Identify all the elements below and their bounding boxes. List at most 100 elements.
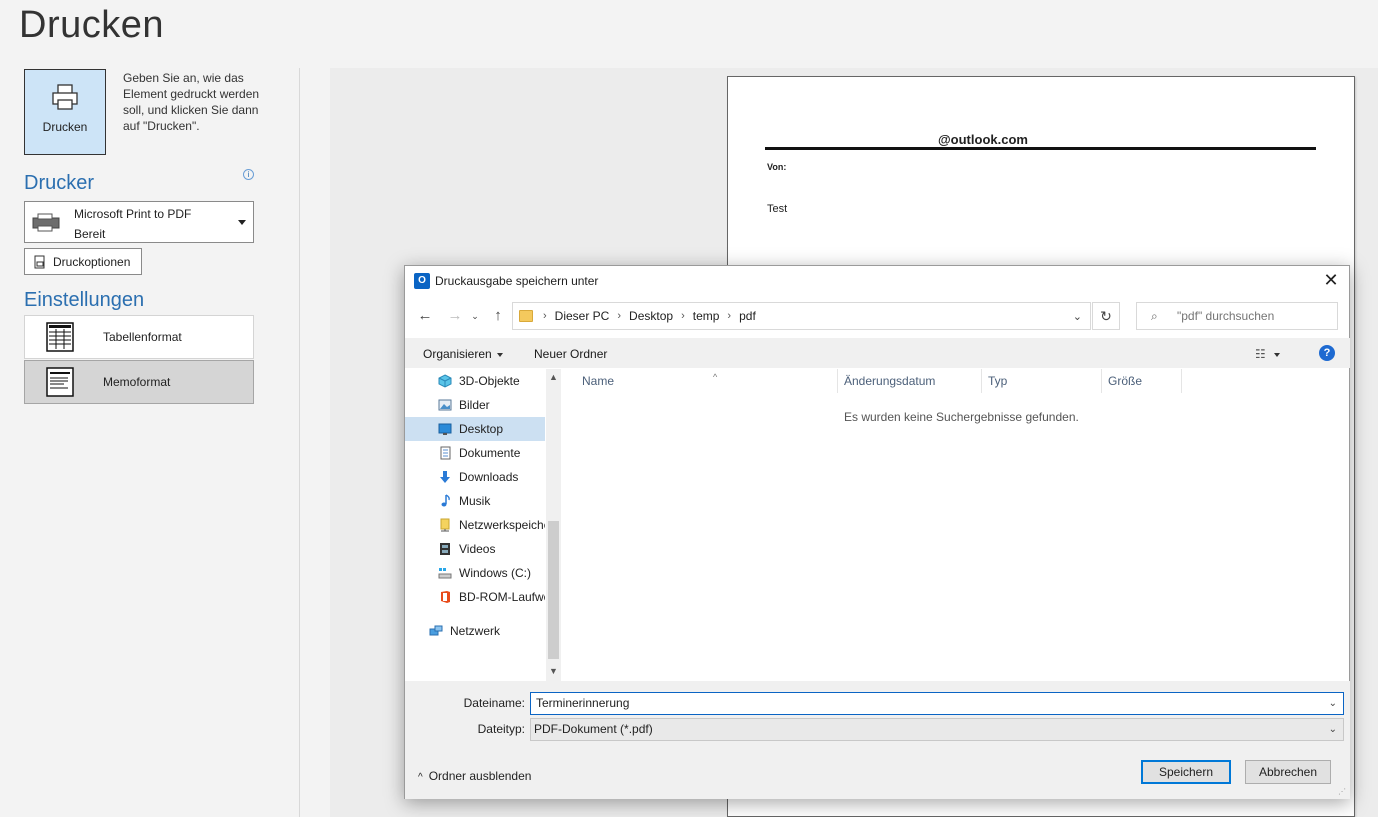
tree-item-3d-objects[interactable]: 3D-Objekte [405, 369, 545, 393]
tree-item-network-share[interactable]: Netzwerkspeiche [405, 513, 545, 537]
scrollbar-thumb[interactable] [548, 521, 559, 659]
preview-body: Test [767, 203, 788, 215]
folder-icon [519, 310, 533, 322]
chevron-down-icon[interactable]: ⌄ [1329, 693, 1337, 714]
save-button[interactable]: Speichern [1141, 760, 1231, 784]
printer-section-title: Drucker [24, 172, 95, 194]
save-as-dialog: O Druckausgabe speichern unter ✕ ← → ⌄ ↑… [404, 265, 1350, 799]
close-icon[interactable]: ✕ [1319, 269, 1343, 293]
chevron-down-icon [238, 220, 246, 225]
tree-item-label: 3D-Objekte [459, 374, 520, 388]
scroll-down-icon[interactable]: ▼ [546, 666, 561, 680]
breadcrumb-separator: › [617, 310, 622, 322]
filename-value: Terminerinnerung [536, 696, 630, 710]
new-folder-button[interactable]: Neuer Ordner [534, 347, 607, 361]
format-memo-style[interactable]: Memoformat [24, 360, 254, 404]
table-style-icon [46, 322, 74, 352]
breadcrumb-item[interactable]: Dieser PC [555, 309, 610, 323]
tree-item-documents[interactable]: Dokumente [405, 441, 545, 465]
address-bar[interactable]: › Dieser PC › Desktop › temp › pdf ⌄ [512, 302, 1091, 330]
printer-name: Microsoft Print to PDF [74, 207, 192, 221]
column-label: Name [582, 374, 615, 388]
help-icon[interactable]: ? [1319, 345, 1335, 361]
tree-item-desktop[interactable]: Desktop [405, 417, 545, 441]
breadcrumb-separator: › [727, 310, 732, 322]
breadcrumb-item[interactable]: Desktop [629, 309, 673, 323]
page-title: Drucken [19, 4, 164, 46]
filename-label: Dateiname: [463, 696, 525, 710]
tree-item-downloads[interactable]: Downloads [405, 465, 545, 489]
network-icon [429, 625, 443, 636]
print-options-button[interactable]: Druckoptionen [24, 248, 142, 275]
column-modified[interactable]: Änderungsdatum [838, 369, 982, 393]
format-label: Tabellenformat [103, 330, 182, 344]
tree-item-label: Dokumente [459, 446, 521, 460]
tree-item-label: Bilder [459, 398, 490, 412]
settings-section-title: Einstellungen [24, 289, 145, 311]
print-options-label: Druckoptionen [53, 254, 131, 269]
chevron-down-icon[interactable]: ⌄ [1073, 310, 1082, 323]
refresh-icon[interactable]: ↻ [1092, 302, 1120, 330]
hide-folders-label: Ordner ausblenden [428, 769, 532, 783]
sort-up-icon: ^ [713, 372, 718, 382]
organize-button[interactable]: Organisieren [423, 347, 503, 361]
picture-icon [438, 399, 452, 411]
recent-chevron-icon[interactable]: ⌄ [468, 305, 482, 327]
tree-item-windows-c[interactable]: Windows (C:) [405, 561, 545, 585]
filetype-value: PDF-Dokument (*.pdf) [534, 722, 653, 736]
hide-folders-toggle[interactable]: ^ Ordner ausblenden [418, 769, 531, 783]
forward-arrow-icon[interactable]: → [444, 305, 466, 327]
document-icon [440, 446, 451, 460]
drive-icon [438, 568, 452, 579]
info-icon[interactable]: i [243, 169, 254, 180]
print-description: Geben Sie an, wie das Element gedruckt w… [123, 71, 260, 133]
organize-label: Organisieren [423, 347, 492, 361]
cancel-button[interactable]: Abbrechen [1245, 760, 1331, 784]
view-options-icon[interactable]: ☷ [1255, 347, 1281, 361]
print-button-label: Drucken [42, 120, 88, 134]
breadcrumb-separator: › [681, 310, 685, 322]
preview-rule [765, 147, 1316, 150]
tree-item-network[interactable]: Netzwerk [405, 619, 545, 643]
dialog-titlebar[interactable]: O Druckausgabe speichern unter ✕ [405, 266, 1349, 296]
tree-item-label: Desktop [459, 422, 504, 436]
tree-item-label: Downloads [459, 470, 519, 484]
chevron-down-icon: ⌄ [1328, 724, 1337, 735]
preview-header: @outlook.com [938, 132, 1028, 147]
pane-divider [299, 68, 300, 817]
network-share-icon [440, 518, 450, 532]
search-input[interactable] [1177, 309, 1327, 323]
breadcrumb-item[interactable]: temp [693, 309, 720, 323]
search-box[interactable]: ⌕ [1136, 302, 1338, 330]
tree-scrollbar[interactable]: ▲ ▼ [546, 369, 561, 681]
scroll-up-icon[interactable]: ▲ [546, 372, 561, 386]
printer-dropdown[interactable]: Microsoft Print to PDF Bereit [24, 201, 254, 243]
column-name[interactable]: Name ^ [576, 369, 838, 393]
column-size[interactable]: Größe [1102, 369, 1182, 393]
column-type[interactable]: Typ [982, 369, 1102, 393]
breadcrumb-item[interactable]: pdf [739, 309, 756, 323]
printer-status: Bereit [74, 227, 106, 241]
filename-input[interactable]: Terminerinnerung ⌄ [530, 692, 1344, 715]
music-note-icon [441, 494, 450, 507]
tree-item-videos[interactable]: Videos [405, 537, 545, 561]
dialog-footer: Dateiname: Terminerinnerung ⌄ Dateityp: … [405, 681, 1350, 799]
dialog-title: Druckausgabe speichern unter [435, 274, 599, 288]
up-arrow-icon[interactable]: ↑ [487, 305, 509, 327]
tree-item-bd-rom[interactable]: BD-ROM-Laufwe [405, 585, 545, 609]
filetype-select[interactable]: PDF-Dokument (*.pdf) ⌄ [530, 718, 1344, 741]
desktop-icon [438, 423, 452, 435]
tree-item-label: BD-ROM-Laufwe [459, 590, 545, 604]
print-button[interactable]: Drucken [24, 69, 106, 155]
resize-grip-icon[interactable]: ⋰ [1338, 787, 1348, 797]
tree-item-music[interactable]: Musik [405, 489, 545, 513]
tree-item-pictures[interactable]: Bilder [405, 393, 545, 417]
format-table-style[interactable]: Tabellenformat [24, 315, 254, 359]
dialog-toolbar: Organisieren Neuer Ordner ☷ ? [405, 338, 1350, 368]
back-arrow-icon[interactable]: ← [414, 305, 436, 327]
cube-icon [438, 374, 452, 388]
navigation-bar: ← → ⌄ ↑ › Dieser PC › Desktop › temp › p… [405, 301, 1349, 331]
film-icon [440, 543, 450, 555]
tree-item-label: Videos [459, 542, 496, 556]
tree-item-label: Netzwerk [450, 624, 501, 638]
